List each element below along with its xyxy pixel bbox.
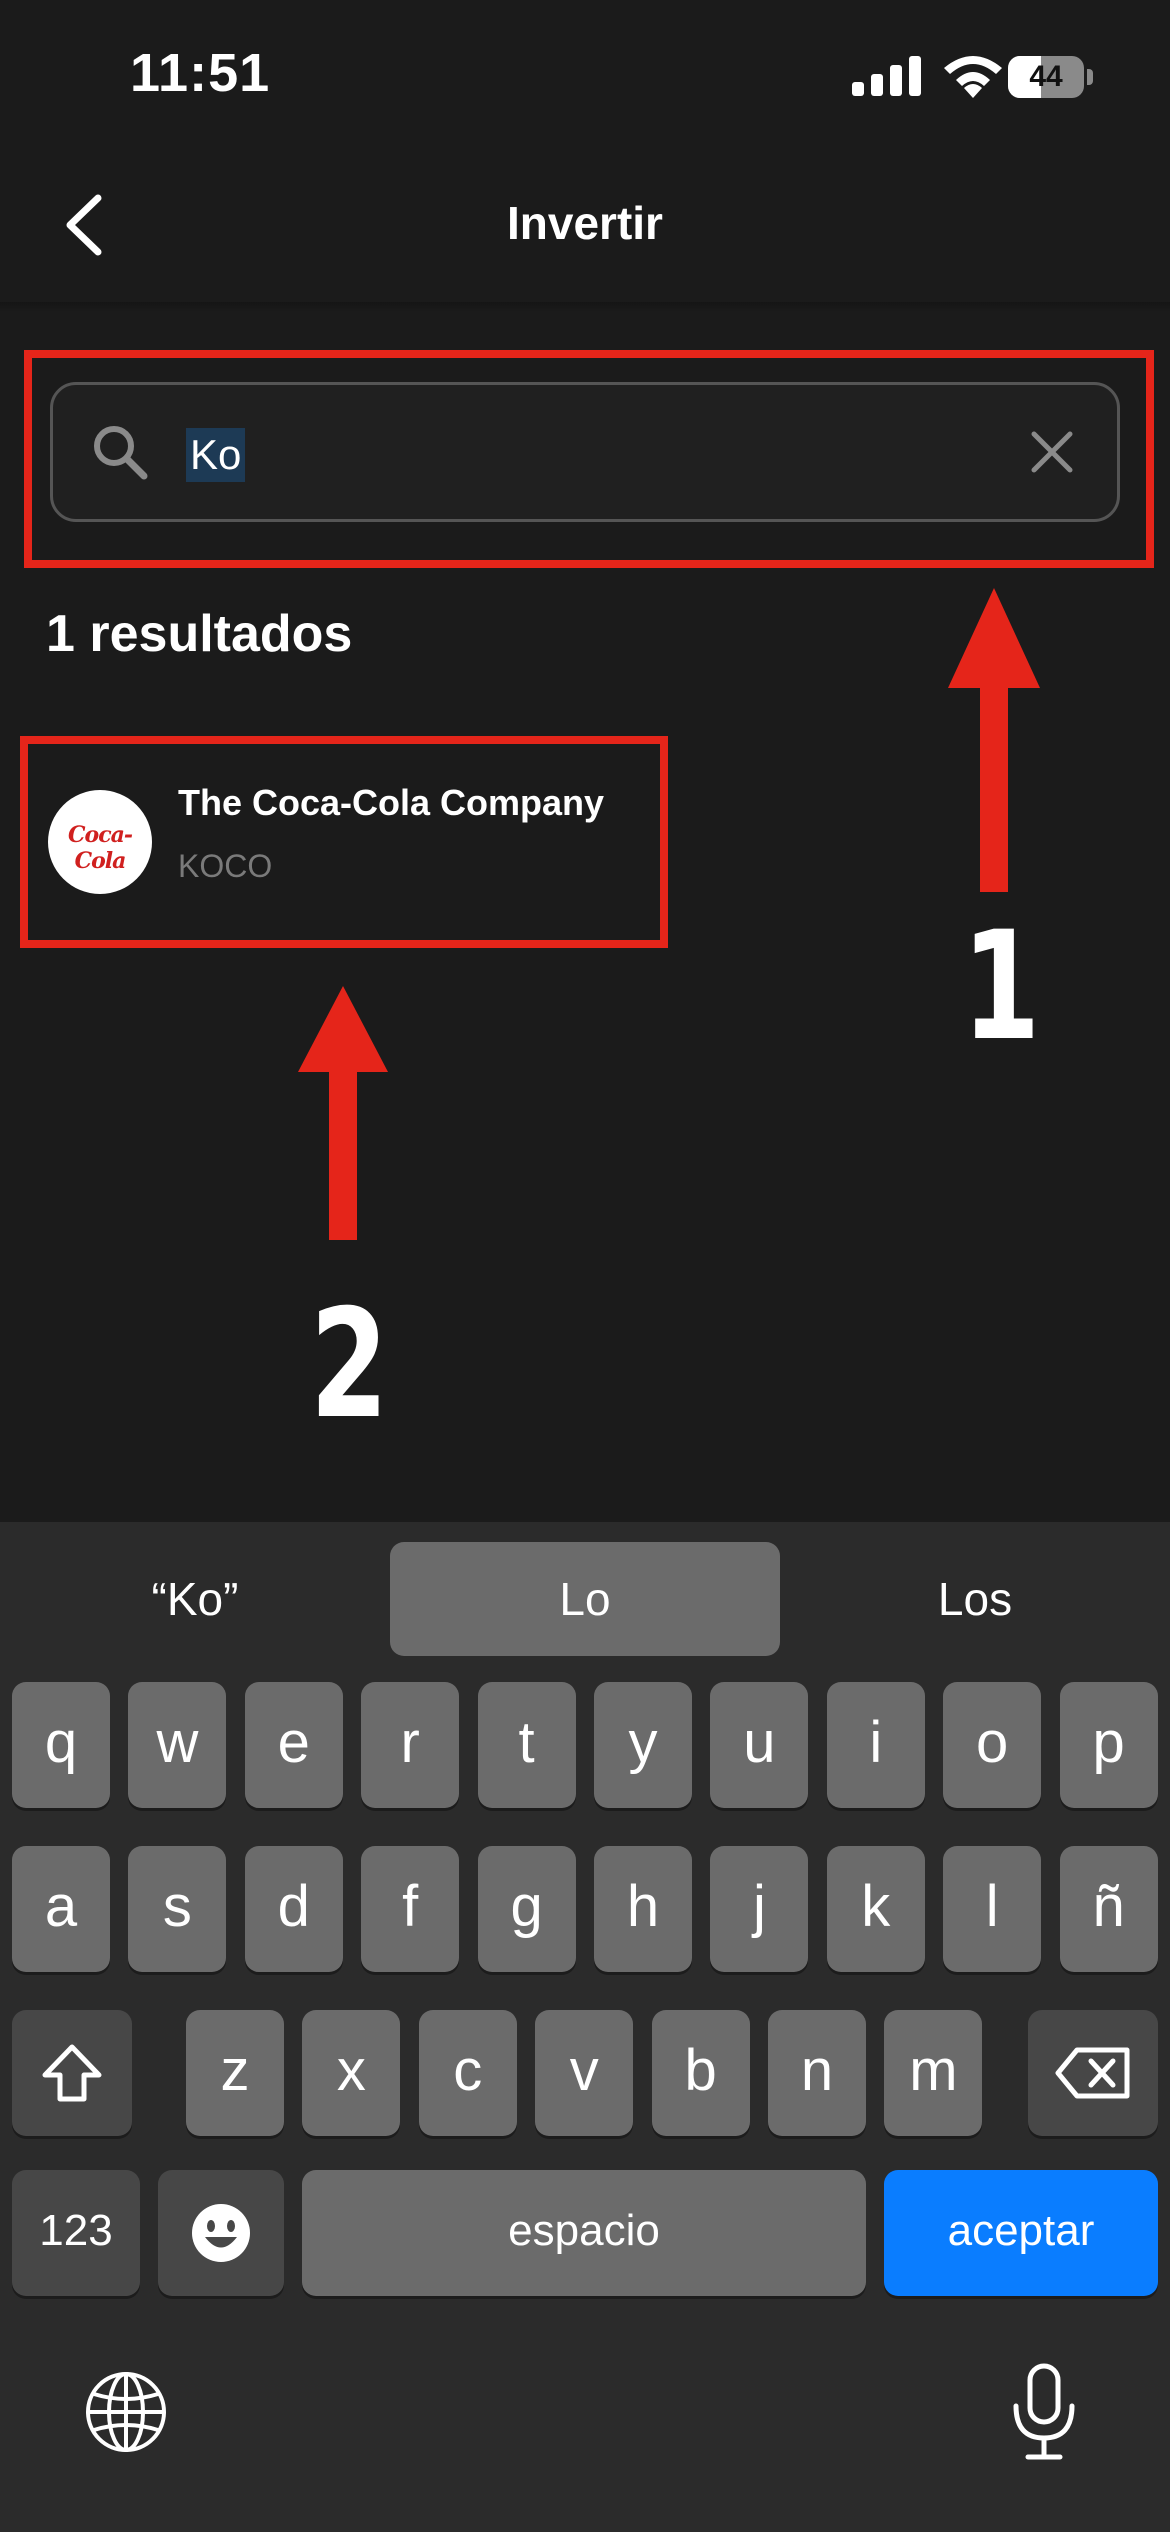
key-l[interactable]: l xyxy=(943,1846,1042,1972)
key-d[interactable]: d xyxy=(244,1846,343,1972)
shift-key[interactable] xyxy=(12,2010,132,2136)
accept-key[interactable]: aceptar xyxy=(884,2170,1158,2296)
space-key[interactable]: espacio xyxy=(302,2170,866,2296)
key-s[interactable]: s xyxy=(128,1846,227,1972)
annotation-number-2: 2 xyxy=(310,1278,389,1452)
key-o[interactable]: o xyxy=(943,1682,1042,1808)
microphone-icon[interactable] xyxy=(1008,2362,1080,2462)
results-count: 1 resultados xyxy=(46,605,353,663)
key-r[interactable]: r xyxy=(361,1682,460,1808)
key-b[interactable]: b xyxy=(651,2010,750,2136)
key-g[interactable]: g xyxy=(477,1846,576,1972)
key-x[interactable]: x xyxy=(302,2010,401,2136)
suggestion-3[interactable]: Los xyxy=(780,1542,1170,1656)
key-c[interactable]: c xyxy=(418,2010,517,2136)
key-t[interactable]: t xyxy=(477,1682,576,1808)
shift-icon xyxy=(42,2044,102,2102)
key-y[interactable]: y xyxy=(594,1682,692,1808)
status-time: 11:51 xyxy=(130,43,271,103)
annotation-arrow-2 xyxy=(298,986,388,1240)
key-j[interactable]: j xyxy=(710,1846,809,1972)
annotation-arrow-1 xyxy=(948,588,1040,892)
nav-divider xyxy=(0,302,1170,312)
key-z[interactable]: z xyxy=(186,2010,284,2136)
key-k[interactable]: k xyxy=(826,1846,925,1972)
emoji-icon xyxy=(192,2204,250,2262)
key-v[interactable]: v xyxy=(535,2010,634,2136)
key-u[interactable]: u xyxy=(710,1682,809,1808)
suggestion-1[interactable]: “Ko” xyxy=(0,1542,390,1656)
numbers-key[interactable]: 123 xyxy=(12,2170,140,2296)
emoji-key[interactable] xyxy=(158,2170,284,2296)
wifi-icon xyxy=(944,56,1002,98)
page-title: Invertir xyxy=(507,197,663,249)
key-a[interactable]: a xyxy=(12,1846,110,1972)
suggestion-2[interactable]: Lo xyxy=(390,1542,780,1656)
battery-icon: 44 xyxy=(1008,56,1093,98)
key-w[interactable]: w xyxy=(128,1682,227,1808)
annotation-number-1: 1 xyxy=(962,900,1041,1074)
delete-key[interactable] xyxy=(1028,2010,1158,2136)
key-m[interactable]: m xyxy=(884,2010,983,2136)
key-e[interactable]: e xyxy=(244,1682,343,1808)
key-p[interactable]: p xyxy=(1059,1682,1158,1808)
annotation-box-search xyxy=(24,350,1154,568)
backspace-icon xyxy=(1055,2047,1130,2099)
key-q[interactable]: q xyxy=(12,1682,110,1808)
key-f[interactable]: f xyxy=(361,1846,460,1972)
globe-icon[interactable] xyxy=(84,2370,168,2454)
key-ñ[interactable]: ñ xyxy=(1059,1846,1158,1972)
battery-level: 44 xyxy=(1029,60,1063,93)
annotation-box-result xyxy=(20,736,668,948)
key-h[interactable]: h xyxy=(594,1846,692,1972)
key-i[interactable]: i xyxy=(826,1682,925,1808)
key-n[interactable]: n xyxy=(768,2010,866,2136)
cellular-signal-icon xyxy=(852,56,921,96)
